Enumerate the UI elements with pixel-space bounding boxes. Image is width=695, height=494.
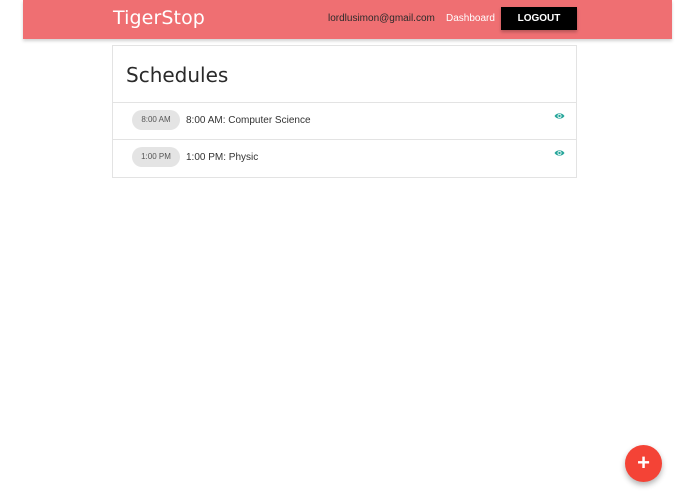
logout-button[interactable]: LOGOUT — [501, 7, 577, 30]
user-email: lordlusimon@gmail.com — [328, 13, 435, 24]
time-chip: 1:00 PM — [132, 147, 180, 167]
time-chip: 8:00 AM — [132, 110, 180, 130]
add-schedule-button[interactable]: + — [625, 445, 662, 482]
dashboard-link[interactable]: Dashboard — [446, 13, 495, 24]
eye-icon[interactable] — [554, 112, 565, 120]
brand-logo[interactable]: TigerStop — [113, 7, 205, 29]
page-title: Schedules — [126, 63, 229, 87]
eye-icon[interactable] — [554, 149, 565, 157]
schedule-text: 8:00 AM: Computer Science — [186, 115, 311, 126]
schedule-text: 1:00 PM: Physic — [186, 152, 259, 163]
list-item: 1:00 PM 1:00 PM: Physic — [113, 139, 576, 176]
list-item: 8:00 AM 8:00 AM: Computer Science — [113, 102, 576, 139]
plus-icon: + — [637, 450, 650, 475]
schedules-card: Schedules 8:00 AM 8:00 AM: Computer Scie… — [112, 45, 577, 178]
top-navbar: TigerStop lordlusimon@gmail.com Dashboar… — [23, 0, 672, 39]
